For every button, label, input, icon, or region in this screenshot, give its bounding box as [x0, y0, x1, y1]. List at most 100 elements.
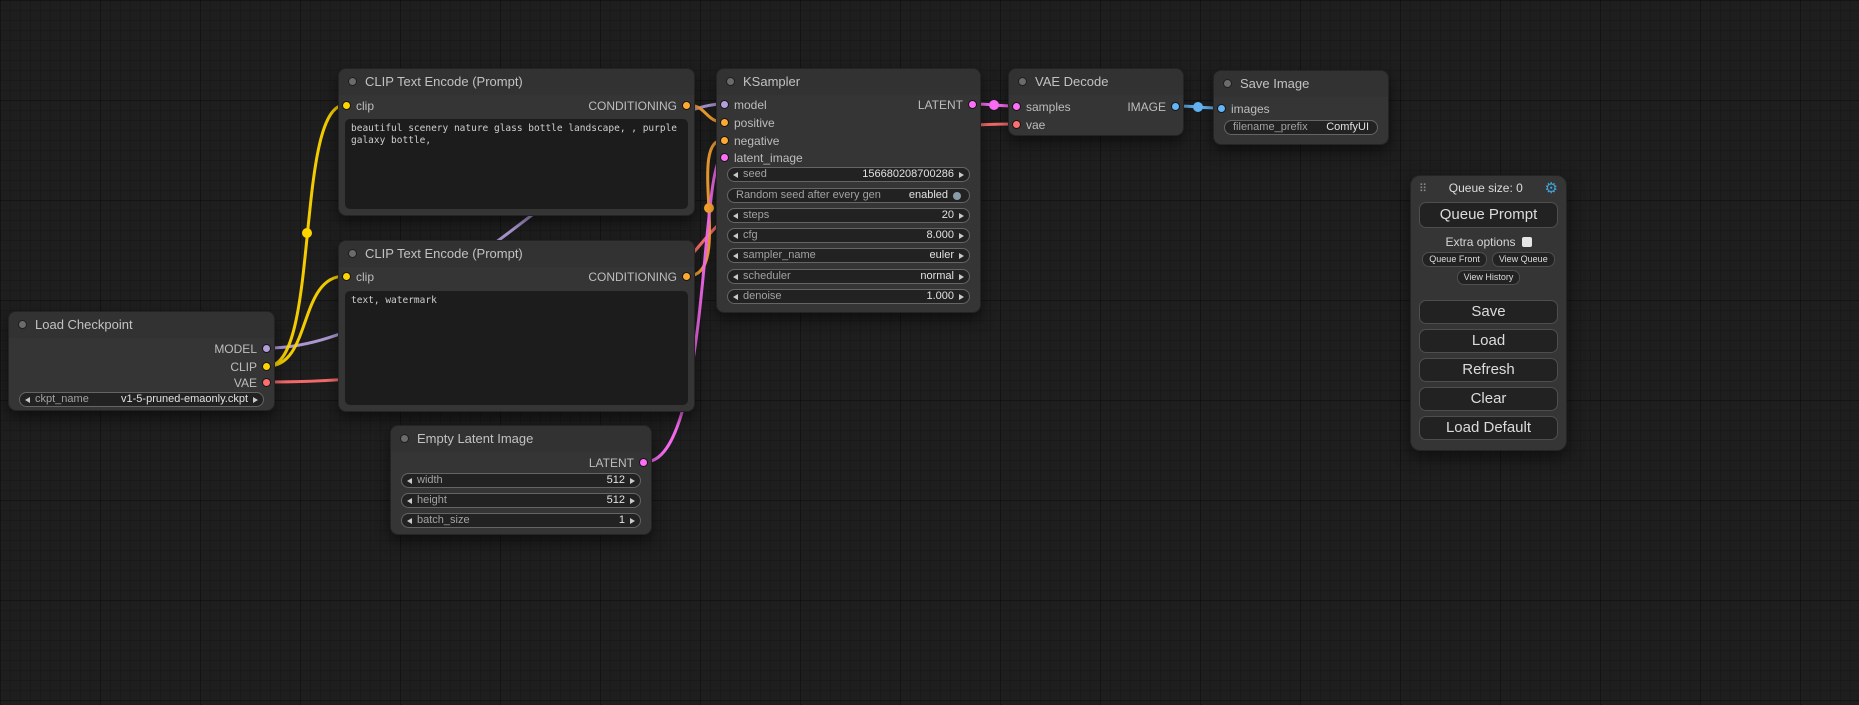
- node-title-bar[interactable]: Load Checkpoint: [9, 312, 274, 338]
- widget-filename-prefix[interactable]: filename_prefix ComfyUI: [1224, 120, 1378, 135]
- widget-random-seed-toggle[interactable]: Random seed after every gen enabled: [727, 188, 970, 203]
- widget-scheduler[interactable]: scheduler normal: [727, 269, 970, 284]
- widget-steps[interactable]: steps 20: [727, 208, 970, 223]
- increment-arrow-icon[interactable]: [959, 253, 964, 259]
- node-title-bar[interactable]: CLIP Text Encode (Prompt): [339, 69, 694, 95]
- drag-handle-icon[interactable]: ⠿: [1419, 182, 1427, 195]
- load-button[interactable]: Load: [1419, 329, 1558, 353]
- node-clip-text-encode-positive[interactable]: CLIP Text Encode (Prompt) clip CONDITION…: [338, 68, 695, 216]
- output-port-conditioning[interactable]: [682, 101, 691, 110]
- load-default-button[interactable]: Load Default: [1419, 416, 1558, 440]
- output-port-latent[interactable]: [968, 100, 977, 109]
- output-port-conditioning[interactable]: [682, 272, 691, 281]
- input-port-images[interactable]: [1217, 104, 1226, 113]
- clear-button[interactable]: Clear: [1419, 387, 1558, 411]
- extra-options-checkbox[interactable]: [1522, 237, 1532, 247]
- input-port-negative[interactable]: [720, 136, 729, 145]
- widget-seed[interactable]: seed 156680208700286: [727, 167, 970, 182]
- input-port-positive[interactable]: [720, 118, 729, 127]
- collapse-dot-icon[interactable]: [1018, 77, 1027, 86]
- collapse-dot-icon[interactable]: [1223, 79, 1232, 88]
- view-history-button[interactable]: View History: [1457, 270, 1521, 285]
- increment-arrow-icon[interactable]: [959, 172, 964, 178]
- wire-clip-to-negative-prompt: [268, 276, 345, 366]
- widget-value: 1: [619, 514, 625, 527]
- input-slot-positive: positive: [717, 116, 980, 130]
- increment-arrow-icon[interactable]: [630, 518, 635, 524]
- output-port-latent[interactable]: [639, 458, 648, 467]
- save-button[interactable]: Save: [1419, 300, 1558, 324]
- widget-name: width: [417, 474, 443, 487]
- increment-arrow-icon[interactable]: [959, 233, 964, 239]
- output-port-image[interactable]: [1171, 102, 1180, 111]
- decrement-arrow-icon[interactable]: [407, 518, 412, 524]
- output-port-model[interactable]: [262, 344, 271, 353]
- collapse-dot-icon[interactable]: [348, 249, 357, 258]
- node-title-bar[interactable]: CLIP Text Encode (Prompt): [339, 241, 694, 267]
- node-title-bar[interactable]: VAE Decode: [1009, 69, 1183, 95]
- input-port-latent-image[interactable]: [720, 153, 729, 162]
- node-title-label: Empty Latent Image: [417, 431, 533, 446]
- node-title-bar[interactable]: Save Image: [1214, 71, 1388, 97]
- decrement-arrow-icon[interactable]: [25, 397, 30, 403]
- increment-arrow-icon[interactable]: [959, 213, 964, 219]
- node-empty-latent-image[interactable]: Empty Latent Image LATENT width 512 heig…: [390, 425, 652, 535]
- decrement-arrow-icon[interactable]: [733, 213, 738, 219]
- widget-sampler-name[interactable]: sampler_name euler: [727, 248, 970, 263]
- queue-front-button[interactable]: Queue Front: [1422, 252, 1487, 267]
- prompt-textarea[interactable]: text, watermark: [345, 291, 688, 405]
- node-ksampler[interactable]: KSampler model LATENT positive negative …: [716, 68, 981, 313]
- widget-value: 512: [607, 474, 625, 487]
- toggle-dot-icon[interactable]: [953, 192, 961, 200]
- output-port-vae[interactable]: [262, 378, 271, 387]
- prompt-textarea[interactable]: beautiful scenery nature glass bottle la…: [345, 119, 688, 209]
- node-save-image[interactable]: Save Image images filename_prefix ComfyU…: [1213, 70, 1389, 145]
- decrement-arrow-icon[interactable]: [733, 233, 738, 239]
- settings-gear-icon[interactable]: ⚙: [1545, 179, 1558, 197]
- increment-arrow-icon[interactable]: [959, 294, 964, 300]
- slot-label: latent_image: [734, 151, 803, 165]
- widget-denoise[interactable]: denoise 1.000: [727, 289, 970, 304]
- input-port-vae[interactable]: [1012, 120, 1021, 129]
- increment-arrow-icon[interactable]: [630, 478, 635, 484]
- collapse-dot-icon[interactable]: [400, 434, 409, 443]
- view-queue-button[interactable]: View Queue: [1492, 252, 1555, 267]
- widget-height[interactable]: height 512: [401, 493, 641, 508]
- widget-value: normal: [920, 270, 954, 283]
- decrement-arrow-icon[interactable]: [733, 253, 738, 259]
- collapse-dot-icon[interactable]: [18, 320, 27, 329]
- decrement-arrow-icon[interactable]: [407, 498, 412, 504]
- node-clip-text-encode-negative[interactable]: CLIP Text Encode (Prompt) clip CONDITION…: [338, 240, 695, 412]
- slot-label: images: [1231, 102, 1270, 116]
- collapse-dot-icon[interactable]: [348, 77, 357, 86]
- node-title-bar[interactable]: KSampler: [717, 69, 980, 95]
- collapse-dot-icon[interactable]: [726, 77, 735, 86]
- widget-width[interactable]: width 512: [401, 473, 641, 488]
- widget-value: 512: [607, 494, 625, 507]
- widget-name: scheduler: [743, 270, 791, 283]
- decrement-arrow-icon[interactable]: [407, 478, 412, 484]
- widget-value: 20: [942, 209, 954, 222]
- widget-cfg[interactable]: cfg 8.000: [727, 228, 970, 243]
- decrement-arrow-icon[interactable]: [733, 172, 738, 178]
- increment-arrow-icon[interactable]: [959, 274, 964, 280]
- slot-label: CONDITIONING: [588, 270, 677, 284]
- increment-arrow-icon[interactable]: [253, 397, 258, 403]
- increment-arrow-icon[interactable]: [630, 498, 635, 504]
- comfy-menu-panel[interactable]: ⠿ Queue size: 0 ⚙ Queue Prompt Extra opt…: [1410, 175, 1567, 451]
- node-vae-decode[interactable]: VAE Decode samples IMAGE vae: [1008, 68, 1184, 136]
- widget-value: ComfyUI: [1326, 121, 1369, 134]
- graph-canvas[interactable]: Load Checkpoint MODEL CLIP VAE ckpt_name…: [0, 0, 1859, 705]
- queue-prompt-button[interactable]: Queue Prompt: [1419, 202, 1558, 228]
- decrement-arrow-icon[interactable]: [733, 294, 738, 300]
- output-slot-vae: VAE: [9, 376, 274, 390]
- output-port-clip[interactable]: [262, 362, 271, 371]
- decrement-arrow-icon[interactable]: [733, 274, 738, 280]
- node-title-bar[interactable]: Empty Latent Image: [391, 426, 651, 452]
- widget-ckpt-name[interactable]: ckpt_name v1-5-pruned-emaonly.ckpt: [19, 392, 264, 407]
- slot-label: MODEL: [214, 342, 257, 356]
- widget-batch-size[interactable]: batch_size 1: [401, 513, 641, 528]
- output-slot-clip: CLIP: [9, 360, 274, 374]
- refresh-button[interactable]: Refresh: [1419, 358, 1558, 382]
- node-load-checkpoint[interactable]: Load Checkpoint MODEL CLIP VAE ckpt_name…: [8, 311, 275, 411]
